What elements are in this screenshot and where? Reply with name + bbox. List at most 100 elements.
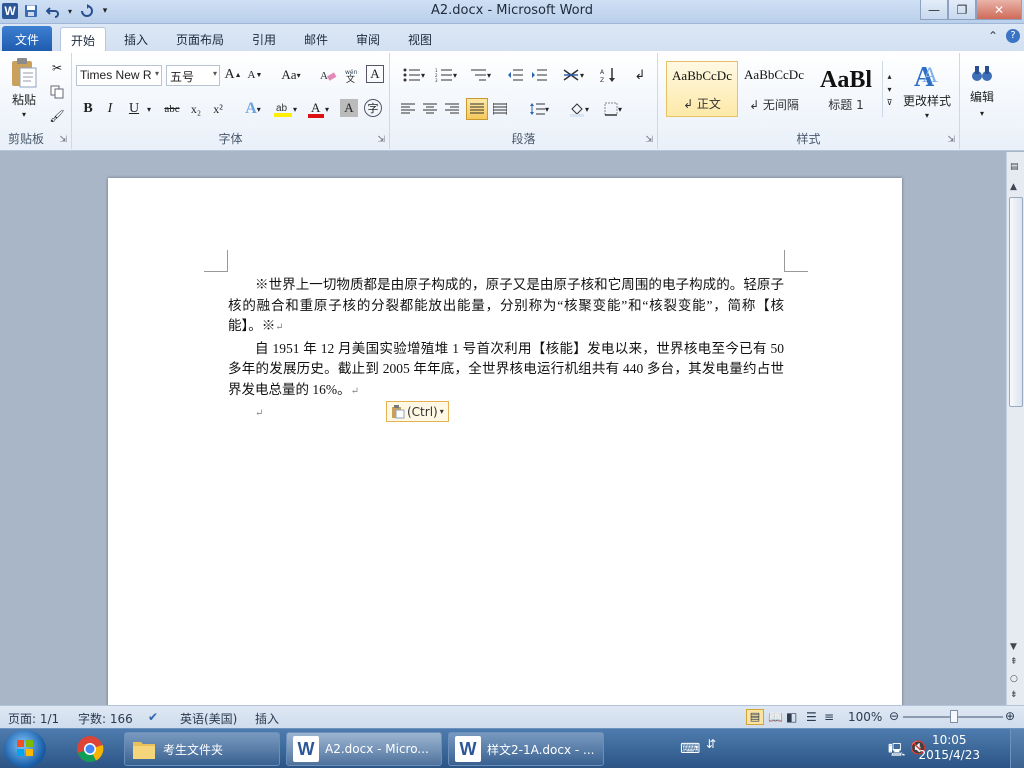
- paragraph-2[interactable]: 自 1951 年 12 月美国实验增殖堆 1 号首次利用【核能】发电以来，世界核…: [228, 339, 784, 403]
- vertical-scrollbar[interactable]: ▤ ▲ ▼ ⇞ ○ ⇟: [1006, 152, 1024, 705]
- style-heading-1[interactable]: AaBl 标题 1: [810, 61, 882, 117]
- document-body[interactable]: ※世界上一切物质都是由原子构成的，原子又是由原子核和它周围的电子构成的。轻原子核…: [228, 275, 784, 425]
- taskbar-item-word-sample[interactable]: W 样文2-1A.docx - ...: [448, 732, 604, 766]
- font-launcher-icon[interactable]: ⇲: [377, 135, 385, 145]
- superscript-button[interactable]: x²: [208, 99, 228, 119]
- numbering-icon[interactable]: 1 2 3 ▾: [430, 65, 462, 85]
- tab-mailings[interactable]: 邮件: [294, 27, 338, 51]
- borders-icon[interactable]: ▾: [598, 99, 628, 119]
- tab-file[interactable]: 文件: [2, 26, 52, 51]
- grow-font-button[interactable]: A ▲: [224, 65, 242, 85]
- scroll-thumb[interactable]: [1009, 197, 1023, 407]
- clear-format-icon[interactable]: A: [318, 65, 338, 85]
- scroll-down-icon[interactable]: ▼: [1010, 642, 1017, 652]
- tab-references[interactable]: 引用: [242, 27, 286, 51]
- paste-button[interactable]: 粘贴 ▾: [4, 57, 44, 119]
- tab-home[interactable]: 开始: [60, 27, 107, 51]
- paragraph-3-empty[interactable]: ↵: [228, 402, 784, 425]
- subscript-button[interactable]: x₂: [186, 99, 206, 119]
- proofing-icon[interactable]: ✔: [148, 710, 158, 724]
- align-center-icon[interactable]: [420, 99, 440, 119]
- insert-mode[interactable]: 插入: [255, 710, 279, 727]
- strikethrough-button[interactable]: abc: [160, 99, 184, 119]
- font-size-combo[interactable]: 五号 ▾: [166, 65, 220, 86]
- sort-icon[interactable]: AZ: [598, 65, 620, 85]
- paragraph-1[interactable]: ※世界上一切物质都是由原子构成的，原子又是由原子核和它周围的电子构成的。轻原子核…: [228, 275, 784, 339]
- highlight-icon[interactable]: ab ▾: [270, 99, 300, 119]
- zoom-level[interactable]: 100%: [848, 710, 882, 724]
- change-styles-button[interactable]: AA 更改样式 ▾: [898, 57, 956, 123]
- scroll-up-icon[interactable]: ▲: [1010, 182, 1017, 192]
- draft-view-icon[interactable]: ≡: [824, 710, 834, 724]
- input-method-icon[interactable]: ⇵: [706, 737, 716, 751]
- underline-button[interactable]: U: [124, 99, 144, 119]
- word-count[interactable]: 字数: 166: [78, 710, 133, 727]
- zoom-in-icon[interactable]: ⊕: [1005, 709, 1015, 723]
- editing-button[interactable]: 编辑 ▾: [964, 57, 1000, 123]
- styles-up-icon[interactable]: ▴: [887, 72, 891, 81]
- help-icon[interactable]: ?: [1006, 29, 1020, 43]
- paste-options-button[interactable]: (Ctrl) ▾: [386, 401, 449, 422]
- web-layout-view-icon[interactable]: ◧: [786, 710, 797, 724]
- text-effects-icon[interactable]: A ▾: [240, 99, 266, 119]
- styles-more-icon[interactable]: ⊽: [887, 98, 893, 107]
- page-count[interactable]: 页面: 1/1: [8, 710, 59, 727]
- shading-icon[interactable]: ▾: [564, 99, 594, 119]
- enclose-characters-icon[interactable]: 字: [364, 99, 382, 117]
- align-right-icon[interactable]: [442, 99, 462, 119]
- print-layout-view-icon[interactable]: ▤: [746, 709, 764, 725]
- tab-view[interactable]: 视图: [398, 27, 442, 51]
- format-painter-icon[interactable]: 🖌: [48, 107, 66, 125]
- phonetic-guide-icon[interactable]: wén 文: [342, 65, 362, 85]
- tab-insert[interactable]: 插入: [114, 27, 158, 51]
- zoom-out-icon[interactable]: ⊖: [889, 709, 899, 723]
- style-normal[interactable]: AaBbCcDc ↲ 正文: [666, 61, 738, 117]
- style-no-spacing[interactable]: AaBbCcDc ↲ 无间隔: [738, 61, 810, 117]
- font-color-icon[interactable]: A ▾: [304, 99, 332, 119]
- multilevel-list-icon[interactable]: ▾: [464, 65, 496, 85]
- keyboard-icon[interactable]: ⌨: [680, 741, 700, 757]
- paragraph-launcher-icon[interactable]: ⇲: [645, 135, 653, 145]
- styles-launcher-icon[interactable]: ⇲: [947, 135, 955, 145]
- bold-button[interactable]: B: [78, 99, 98, 119]
- minimize-button[interactable]: —: [920, 0, 948, 20]
- next-page-icon[interactable]: ⇟: [1010, 690, 1018, 700]
- show-marks-icon[interactable]: ↲: [630, 65, 650, 85]
- zoom-slider-thumb[interactable]: [950, 710, 958, 723]
- increase-indent-icon[interactable]: [528, 65, 550, 85]
- change-case-button[interactable]: Aa ▾: [278, 65, 304, 85]
- cut-icon[interactable]: ✂: [48, 59, 66, 77]
- align-left-icon[interactable]: [398, 99, 418, 119]
- chrome-taskbar-button[interactable]: [70, 732, 112, 766]
- styles-scroll[interactable]: ▴ ▾ ⊽: [882, 61, 896, 117]
- system-clock[interactable]: 10:05 2015/4/23: [918, 733, 980, 763]
- full-screen-view-icon[interactable]: 📖: [768, 710, 783, 724]
- taskbar-item-word-a2[interactable]: W A2.docx - Micro...: [286, 732, 442, 766]
- character-border-icon[interactable]: A: [366, 65, 384, 83]
- minimize-ribbon-icon[interactable]: ⌃: [988, 29, 998, 43]
- shrink-font-button[interactable]: A ▼: [246, 65, 264, 85]
- line-spacing-icon[interactable]: ▾: [524, 99, 554, 119]
- character-shading-icon[interactable]: A: [340, 99, 358, 117]
- underline-dropdown-icon[interactable]: ▾: [144, 99, 154, 119]
- clipboard-launcher-icon[interactable]: ⇲: [59, 135, 67, 145]
- network-icon[interactable]: 🖳: [888, 741, 905, 763]
- maximize-button[interactable]: ❐: [948, 0, 976, 20]
- justify-icon[interactable]: [466, 98, 488, 120]
- document-page[interactable]: ※世界上一切物质都是由原子构成的，原子又是由原子核和它周围的电子构成的。轻原子核…: [108, 178, 902, 705]
- font-name-combo[interactable]: Times New R ▾: [76, 65, 162, 86]
- chinese-layout-icon[interactable]: ▾: [558, 65, 588, 85]
- language-indicator[interactable]: 英语(美国): [180, 710, 237, 727]
- tab-review[interactable]: 审阅: [346, 27, 390, 51]
- taskbar-item-folder[interactable]: 考生文件夹: [124, 732, 280, 766]
- decrease-indent-icon[interactable]: [504, 65, 526, 85]
- italic-button[interactable]: I: [100, 99, 120, 119]
- outline-view-icon[interactable]: ☰: [806, 710, 817, 724]
- distributed-icon[interactable]: [490, 99, 510, 119]
- bullets-icon[interactable]: ▾: [398, 65, 430, 85]
- styles-down-icon[interactable]: ▾: [887, 85, 891, 94]
- copy-icon[interactable]: [48, 83, 66, 101]
- tab-page-layout[interactable]: 页面布局: [166, 27, 234, 51]
- close-button[interactable]: ✕: [976, 0, 1022, 20]
- browse-object-icon[interactable]: ○: [1010, 674, 1018, 684]
